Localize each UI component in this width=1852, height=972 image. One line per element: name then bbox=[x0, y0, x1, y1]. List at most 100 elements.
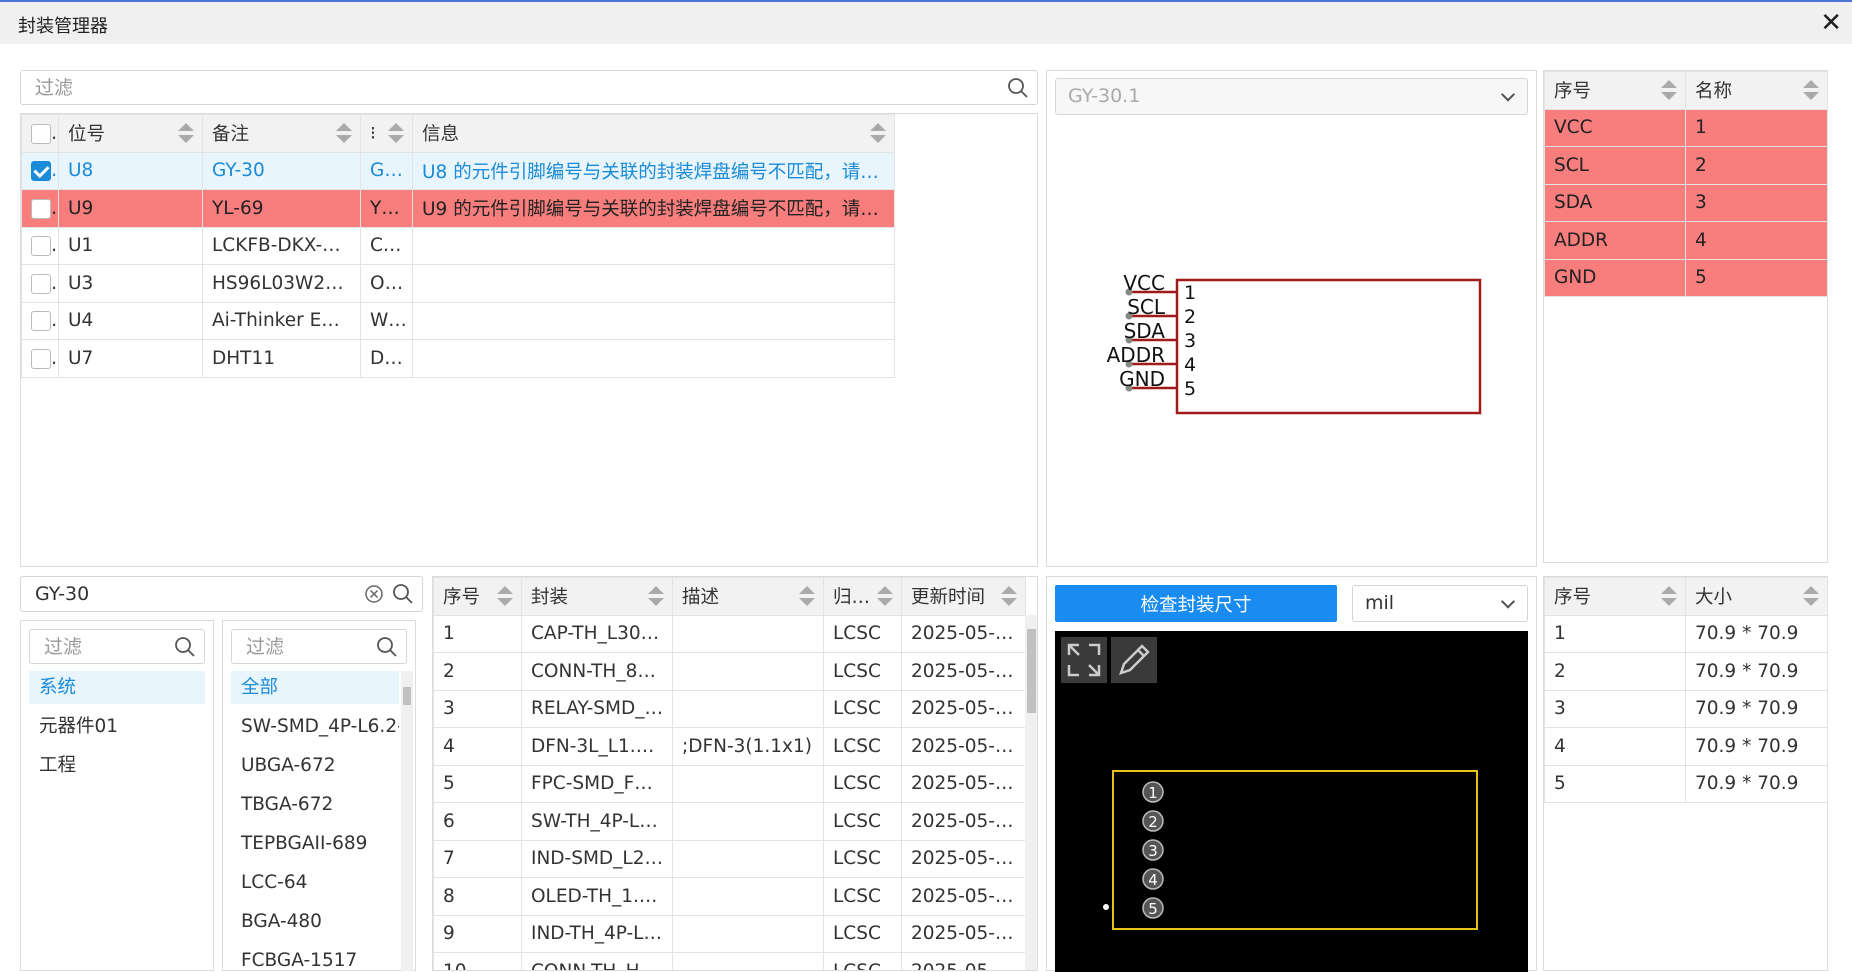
table-row[interactable]: GND 5 bbox=[1544, 258, 1828, 297]
table-row[interactable]: U9 YL-69 Y… U9 的元件引脚编号与关联的封装焊盘编号不匹配，请… bbox=[21, 189, 895, 228]
sort-icon[interactable] bbox=[178, 122, 194, 144]
row-checkbox[interactable] bbox=[31, 236, 51, 257]
library-filter[interactable] bbox=[29, 629, 205, 664]
footprint-canvas[interactable]: 1 2 3 4 5 bbox=[1055, 631, 1528, 972]
col-header-name[interactable]: 名称 bbox=[1685, 71, 1828, 110]
library-item[interactable]: 工程 bbox=[29, 749, 205, 782]
table-row[interactable]: 1 CAP-TH_L30.… LCSC 2025-05-07… bbox=[433, 614, 1026, 653]
category-item[interactable]: UBGA-672 bbox=[231, 749, 399, 782]
sort-icon[interactable] bbox=[870, 122, 886, 144]
table-row[interactable]: 3 RELAY-SMD_… LCSC 2025-05-07… bbox=[433, 689, 1026, 728]
table-row[interactable]: VCC 1 bbox=[1544, 108, 1828, 147]
table-row[interactable]: 5 FPC-SMD_F… LCSC 2025-05-07… bbox=[433, 764, 1026, 803]
sort-icon[interactable] bbox=[877, 585, 893, 607]
table-row[interactable]: U1 LCKFB-DKX-S… C… bbox=[21, 226, 895, 265]
check-footprint-size-button[interactable]: 检查封装尺寸 bbox=[1055, 585, 1337, 622]
col-header-lib[interactable]: 归… bbox=[823, 577, 902, 616]
category-scrollbar[interactable] bbox=[401, 671, 413, 971]
col-header-note[interactable]: 备注 bbox=[202, 114, 361, 153]
row-select-cell[interactable] bbox=[21, 339, 59, 378]
table-row[interactable]: 9 IND-TH_4P-L… LCSC 2025-05-07… bbox=[433, 914, 1026, 953]
search-icon[interactable] bbox=[174, 636, 196, 658]
scroll-thumb[interactable] bbox=[403, 687, 411, 705]
sort-icon[interactable] bbox=[497, 585, 513, 607]
row-checkbox[interactable] bbox=[31, 311, 51, 332]
category-item[interactable]: FCBGA-1517 bbox=[231, 944, 399, 971]
col-header-time[interactable]: 更新时间 bbox=[901, 577, 1026, 616]
sort-icon[interactable] bbox=[1001, 585, 1017, 607]
category-item[interactable]: LCC-64 bbox=[231, 866, 399, 899]
row-checkbox[interactable] bbox=[31, 198, 51, 219]
table-row[interactable]: SDA 3 bbox=[1544, 183, 1828, 222]
search-icon[interactable] bbox=[392, 583, 414, 605]
row-select-cell[interactable] bbox=[21, 189, 59, 228]
select-all-header[interactable] bbox=[21, 114, 59, 153]
footprint-search-input[interactable] bbox=[21, 577, 422, 611]
scroll-thumb[interactable] bbox=[1027, 629, 1036, 713]
component-filter-input[interactable] bbox=[21, 71, 1037, 104]
sort-icon[interactable] bbox=[1661, 585, 1677, 607]
search-icon[interactable] bbox=[376, 636, 398, 658]
col-header-more[interactable]: ⁝ bbox=[360, 114, 413, 153]
col-header-info[interactable]: 信息 bbox=[412, 114, 895, 153]
table-row[interactable]: 2 70.9 * 70.9 bbox=[1544, 652, 1828, 691]
col-header-package[interactable]: 封装 bbox=[521, 577, 673, 616]
table-row[interactable]: 2 CONN-TH_80… LCSC 2025-05-07… bbox=[433, 652, 1026, 691]
close-icon[interactable]: ✕ bbox=[1820, 8, 1842, 38]
table-row[interactable]: 3 70.9 * 70.9 bbox=[1544, 689, 1828, 728]
table-row[interactable]: 5 70.9 * 70.9 bbox=[1544, 764, 1828, 803]
col-label: 大小 bbox=[1695, 587, 1733, 609]
row-select-cell[interactable] bbox=[21, 226, 59, 265]
category-item[interactable]: TEPBGAII-689 bbox=[231, 827, 399, 860]
footprint-search[interactable] bbox=[20, 576, 423, 612]
footprint-scrollbar[interactable] bbox=[1025, 615, 1037, 970]
table-row[interactable]: U3 HS96L03W2C03 O… bbox=[21, 264, 895, 303]
category-item[interactable]: BGA-480 bbox=[231, 905, 399, 938]
select-all-checkbox[interactable] bbox=[31, 123, 51, 144]
component-filter[interactable] bbox=[20, 70, 1038, 105]
col-header-size[interactable]: 大小 bbox=[1685, 577, 1828, 616]
table-row[interactable]: 4 DFN-3L_L1.1-… ;DFN-3(1.1x1) LCSC 2025-05-0… bbox=[433, 727, 1026, 766]
table-row[interactable]: 4 70.9 * 70.9 bbox=[1544, 727, 1828, 766]
row-select-cell[interactable] bbox=[21, 151, 59, 190]
table-row[interactable]: SCL 2 bbox=[1544, 146, 1828, 185]
library-item[interactable]: 元器件01 bbox=[29, 710, 205, 743]
col-header-seq[interactable]: 序号 bbox=[1544, 577, 1686, 616]
table-row[interactable]: U4 Ai-Thinker ES… W… bbox=[21, 301, 895, 340]
sort-icon[interactable] bbox=[1803, 585, 1819, 607]
row-checkbox[interactable] bbox=[31, 273, 51, 294]
col-header-ref[interactable]: 位号 bbox=[58, 114, 203, 153]
sort-icon[interactable] bbox=[336, 122, 352, 144]
sort-icon[interactable] bbox=[388, 122, 404, 144]
table-row[interactable]: 7 IND-SMD_L2.… LCSC 2025-05-07… bbox=[433, 839, 1026, 878]
table-row[interactable]: U7 DHT11 D… bbox=[21, 339, 895, 378]
sort-icon[interactable] bbox=[648, 585, 664, 607]
table-row[interactable]: U8 GY-30 G… U8 的元件引脚编号与关联的封装焊盘编号不匹配，请… bbox=[21, 151, 895, 190]
row-checkbox[interactable] bbox=[31, 161, 51, 182]
table-row[interactable]: ADDR 4 bbox=[1544, 221, 1828, 260]
category-item[interactable]: TBGA-672 bbox=[231, 788, 399, 821]
category-panel: 全部 SW-SMD_4P-L6.2-W UBGA-672 TBGA-672 TEPBGA… bbox=[222, 620, 416, 971]
category-filter[interactable] bbox=[231, 629, 407, 664]
table-row[interactable]: 10CONN-TH_H… LCSC2025-05-07… bbox=[433, 952, 1026, 970]
sort-icon[interactable] bbox=[1803, 79, 1819, 101]
sort-icon[interactable] bbox=[799, 585, 815, 607]
table-row[interactable]: 1 70.9 * 70.9 bbox=[1544, 614, 1828, 653]
row-select-cell[interactable] bbox=[21, 264, 59, 303]
row-checkbox[interactable] bbox=[31, 348, 51, 369]
col-header-desc[interactable]: 描述 bbox=[672, 577, 824, 616]
search-icon[interactable] bbox=[1007, 77, 1029, 99]
table-row[interactable]: 8 OLED-TH_1.3… LCSC 2025-05-07… bbox=[433, 877, 1026, 916]
col-header-seq[interactable]: 序号 bbox=[1544, 71, 1686, 110]
col-label: ⁝ bbox=[370, 122, 376, 144]
category-item[interactable]: SW-SMD_4P-L6.2-W bbox=[231, 710, 399, 743]
col-header-seq[interactable]: 序号 bbox=[433, 577, 522, 616]
library-item[interactable]: 系统 bbox=[29, 671, 205, 704]
unit-select[interactable]: mil bbox=[1352, 585, 1528, 622]
symbol-canvas[interactable]: VCC 1 SCL 2 SDA 3 ADDR 4 GND 5 bbox=[1047, 71, 1538, 568]
category-item[interactable]: 全部 bbox=[231, 671, 399, 704]
sort-icon[interactable] bbox=[1661, 79, 1677, 101]
clear-icon[interactable] bbox=[364, 584, 384, 604]
row-select-cell[interactable] bbox=[21, 301, 59, 340]
table-row[interactable]: 6 SW-TH_4P-L… LCSC 2025-05-07… bbox=[433, 802, 1026, 841]
